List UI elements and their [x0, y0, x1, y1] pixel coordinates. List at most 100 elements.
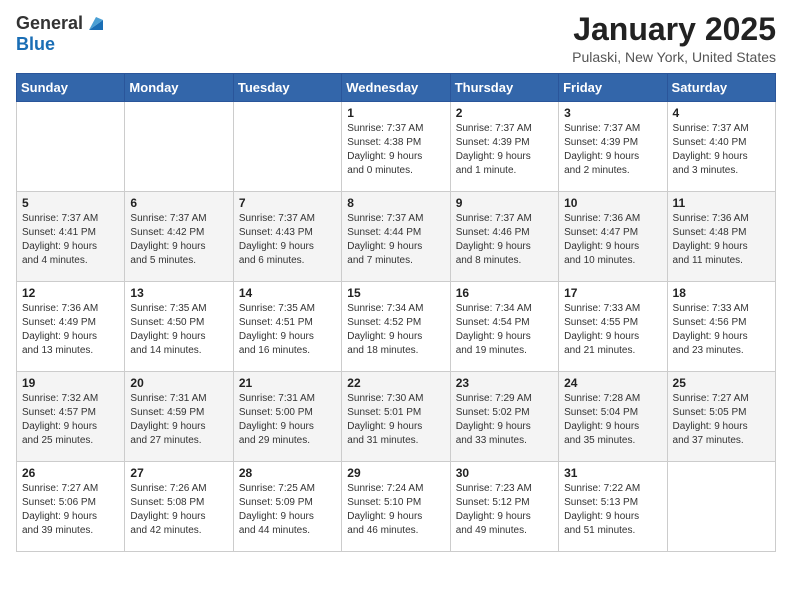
day-info: Sunrise: 7:37 AM Sunset: 4:41 PM Dayligh…	[22, 212, 119, 268]
day-info: Sunrise: 7:26 AM Sunset: 5:08 PM Dayligh…	[130, 482, 227, 538]
calendar-cell: 10 Sunrise: 7:36 AM Sunset: 4:47 PM Dayli…	[559, 192, 667, 282]
day-number: 3	[564, 106, 661, 120]
day-number: 15	[347, 286, 444, 300]
calendar-day-header: Friday	[559, 74, 667, 102]
calendar-day-header: Thursday	[450, 74, 558, 102]
calendar-cell: 3 Sunrise: 7:37 AM Sunset: 4:39 PM Daylig…	[559, 102, 667, 192]
calendar-cell	[125, 102, 233, 192]
day-number: 2	[456, 106, 553, 120]
day-number: 4	[673, 106, 770, 120]
logo: General Blue	[16, 12, 107, 55]
calendar-day-header: Saturday	[667, 74, 775, 102]
day-number: 16	[456, 286, 553, 300]
day-number: 1	[347, 106, 444, 120]
calendar-cell: 31 Sunrise: 7:22 AM Sunset: 5:13 PM Dayli…	[559, 462, 667, 552]
calendar-week-row: 26 Sunrise: 7:27 AM Sunset: 5:06 PM Dayli…	[17, 462, 776, 552]
calendar-cell: 8 Sunrise: 7:37 AM Sunset: 4:44 PM Daylig…	[342, 192, 450, 282]
day-info: Sunrise: 7:30 AM Sunset: 5:01 PM Dayligh…	[347, 392, 444, 448]
day-info: Sunrise: 7:27 AM Sunset: 5:06 PM Dayligh…	[22, 482, 119, 538]
calendar-cell: 4 Sunrise: 7:37 AM Sunset: 4:40 PM Daylig…	[667, 102, 775, 192]
calendar-cell: 7 Sunrise: 7:37 AM Sunset: 4:43 PM Daylig…	[233, 192, 341, 282]
day-number: 11	[673, 196, 770, 210]
day-info: Sunrise: 7:22 AM Sunset: 5:13 PM Dayligh…	[564, 482, 661, 538]
calendar-day-header: Wednesday	[342, 74, 450, 102]
calendar-cell: 29Sunrise: 7:24 AM Sunset: 5:10 PM Dayli…	[342, 462, 450, 552]
calendar-cell: 1 Sunrise: 7:37 AM Sunset: 4:38 PM Daylig…	[342, 102, 450, 192]
calendar-cell: 23 Sunrise: 7:29 AM Sunset: 5:02 PM Dayli…	[450, 372, 558, 462]
calendar-week-row: 12 Sunrise: 7:36 AM Sunset: 4:49 PM Dayli…	[17, 282, 776, 372]
day-info: Sunrise: 7:37 AM Sunset: 4:38 PM Dayligh…	[347, 122, 444, 178]
calendar-day-header: Sunday	[17, 74, 125, 102]
day-number: 14	[239, 286, 336, 300]
calendar-cell: 18Sunrise: 7:33 AM Sunset: 4:56 PM Dayli…	[667, 282, 775, 372]
day-info: Sunrise: 7:23 AM Sunset: 5:12 PM Dayligh…	[456, 482, 553, 538]
location: Pulaski, New York, United States	[572, 49, 776, 65]
day-number: 10	[564, 196, 661, 210]
calendar-day-header: Tuesday	[233, 74, 341, 102]
day-info: Sunrise: 7:36 AM Sunset: 4:48 PM Dayligh…	[673, 212, 770, 268]
day-number: 31	[564, 466, 661, 480]
calendar-cell: 22 Sunrise: 7:30 AM Sunset: 5:01 PM Dayli…	[342, 372, 450, 462]
logo-blue-text: Blue	[16, 34, 55, 55]
day-number: 23	[456, 376, 553, 390]
calendar-cell: 21Sunrise: 7:31 AM Sunset: 5:00 PM Dayli…	[233, 372, 341, 462]
day-number: 17	[564, 286, 661, 300]
day-info: Sunrise: 7:37 AM Sunset: 4:42 PM Dayligh…	[130, 212, 227, 268]
calendar-cell: 12 Sunrise: 7:36 AM Sunset: 4:49 PM Dayli…	[17, 282, 125, 372]
day-info: Sunrise: 7:36 AM Sunset: 4:49 PM Dayligh…	[22, 302, 119, 358]
day-info: Sunrise: 7:34 AM Sunset: 4:54 PM Dayligh…	[456, 302, 553, 358]
day-info: Sunrise: 7:37 AM Sunset: 4:44 PM Dayligh…	[347, 212, 444, 268]
day-number: 12	[22, 286, 119, 300]
calendar-week-row: 5Sunrise: 7:37 AM Sunset: 4:41 PM Daylig…	[17, 192, 776, 282]
day-number: 7	[239, 196, 336, 210]
calendar-cell: 26 Sunrise: 7:27 AM Sunset: 5:06 PM Dayli…	[17, 462, 125, 552]
day-info: Sunrise: 7:35 AM Sunset: 4:51 PM Dayligh…	[239, 302, 336, 358]
day-number: 27	[130, 466, 227, 480]
calendar-cell: 6Sunrise: 7:37 AM Sunset: 4:42 PM Daylig…	[125, 192, 233, 282]
day-info: Sunrise: 7:34 AM Sunset: 4:52 PM Dayligh…	[347, 302, 444, 358]
day-info: Sunrise: 7:35 AM Sunset: 4:50 PM Dayligh…	[130, 302, 227, 358]
day-info: Sunrise: 7:31 AM Sunset: 4:59 PM Dayligh…	[130, 392, 227, 448]
day-info: Sunrise: 7:32 AM Sunset: 4:57 PM Dayligh…	[22, 392, 119, 448]
calendar-cell: 5Sunrise: 7:37 AM Sunset: 4:41 PM Daylig…	[17, 192, 125, 282]
day-info: Sunrise: 7:37 AM Sunset: 4:43 PM Dayligh…	[239, 212, 336, 268]
day-number: 28	[239, 466, 336, 480]
calendar-cell: 9Sunrise: 7:37 AM Sunset: 4:46 PM Daylig…	[450, 192, 558, 282]
calendar-cell: 14 Sunrise: 7:35 AM Sunset: 4:51 PM Dayli…	[233, 282, 341, 372]
logo-general-text: General	[16, 13, 83, 34]
calendar: SundayMondayTuesdayWednesdayThursdayFrid…	[16, 73, 776, 552]
calendar-cell: 28 Sunrise: 7:25 AM Sunset: 5:09 PM Dayli…	[233, 462, 341, 552]
calendar-cell: 17Sunrise: 7:33 AM Sunset: 4:55 PM Dayli…	[559, 282, 667, 372]
calendar-week-row: 1 Sunrise: 7:37 AM Sunset: 4:38 PM Daylig…	[17, 102, 776, 192]
calendar-week-row: 19Sunrise: 7:32 AM Sunset: 4:57 PM Dayli…	[17, 372, 776, 462]
calendar-header-row: SundayMondayTuesdayWednesdayThursdayFrid…	[17, 74, 776, 102]
day-info: Sunrise: 7:25 AM Sunset: 5:09 PM Dayligh…	[239, 482, 336, 538]
day-info: Sunrise: 7:37 AM Sunset: 4:39 PM Dayligh…	[564, 122, 661, 178]
day-number: 24	[564, 376, 661, 390]
day-number: 26	[22, 466, 119, 480]
day-info: Sunrise: 7:36 AM Sunset: 4:47 PM Dayligh…	[564, 212, 661, 268]
header: General Blue January 2025 Pulaski, New Y…	[16, 12, 776, 65]
calendar-cell	[667, 462, 775, 552]
day-info: Sunrise: 7:37 AM Sunset: 4:39 PM Dayligh…	[456, 122, 553, 178]
day-number: 29	[347, 466, 444, 480]
page: General Blue January 2025 Pulaski, New Y…	[0, 0, 792, 612]
calendar-cell: 13 Sunrise: 7:35 AM Sunset: 4:50 PM Dayli…	[125, 282, 233, 372]
day-info: Sunrise: 7:29 AM Sunset: 5:02 PM Dayligh…	[456, 392, 553, 448]
day-info: Sunrise: 7:37 AM Sunset: 4:40 PM Dayligh…	[673, 122, 770, 178]
day-number: 20	[130, 376, 227, 390]
calendar-cell: 11 Sunrise: 7:36 AM Sunset: 4:48 PM Dayli…	[667, 192, 775, 282]
day-number: 18	[673, 286, 770, 300]
calendar-cell	[17, 102, 125, 192]
day-number: 13	[130, 286, 227, 300]
calendar-cell: 19Sunrise: 7:32 AM Sunset: 4:57 PM Dayli…	[17, 372, 125, 462]
title-block: January 2025 Pulaski, New York, United S…	[572, 12, 776, 65]
calendar-cell: 2 Sunrise: 7:37 AM Sunset: 4:39 PM Daylig…	[450, 102, 558, 192]
calendar-cell: 20 Sunrise: 7:31 AM Sunset: 4:59 PM Dayli…	[125, 372, 233, 462]
day-number: 22	[347, 376, 444, 390]
calendar-cell: 27 Sunrise: 7:26 AM Sunset: 5:08 PM Dayli…	[125, 462, 233, 552]
day-info: Sunrise: 7:37 AM Sunset: 4:46 PM Dayligh…	[456, 212, 553, 268]
day-number: 8	[347, 196, 444, 210]
day-number: 30	[456, 466, 553, 480]
calendar-cell: 16 Sunrise: 7:34 AM Sunset: 4:54 PM Dayli…	[450, 282, 558, 372]
